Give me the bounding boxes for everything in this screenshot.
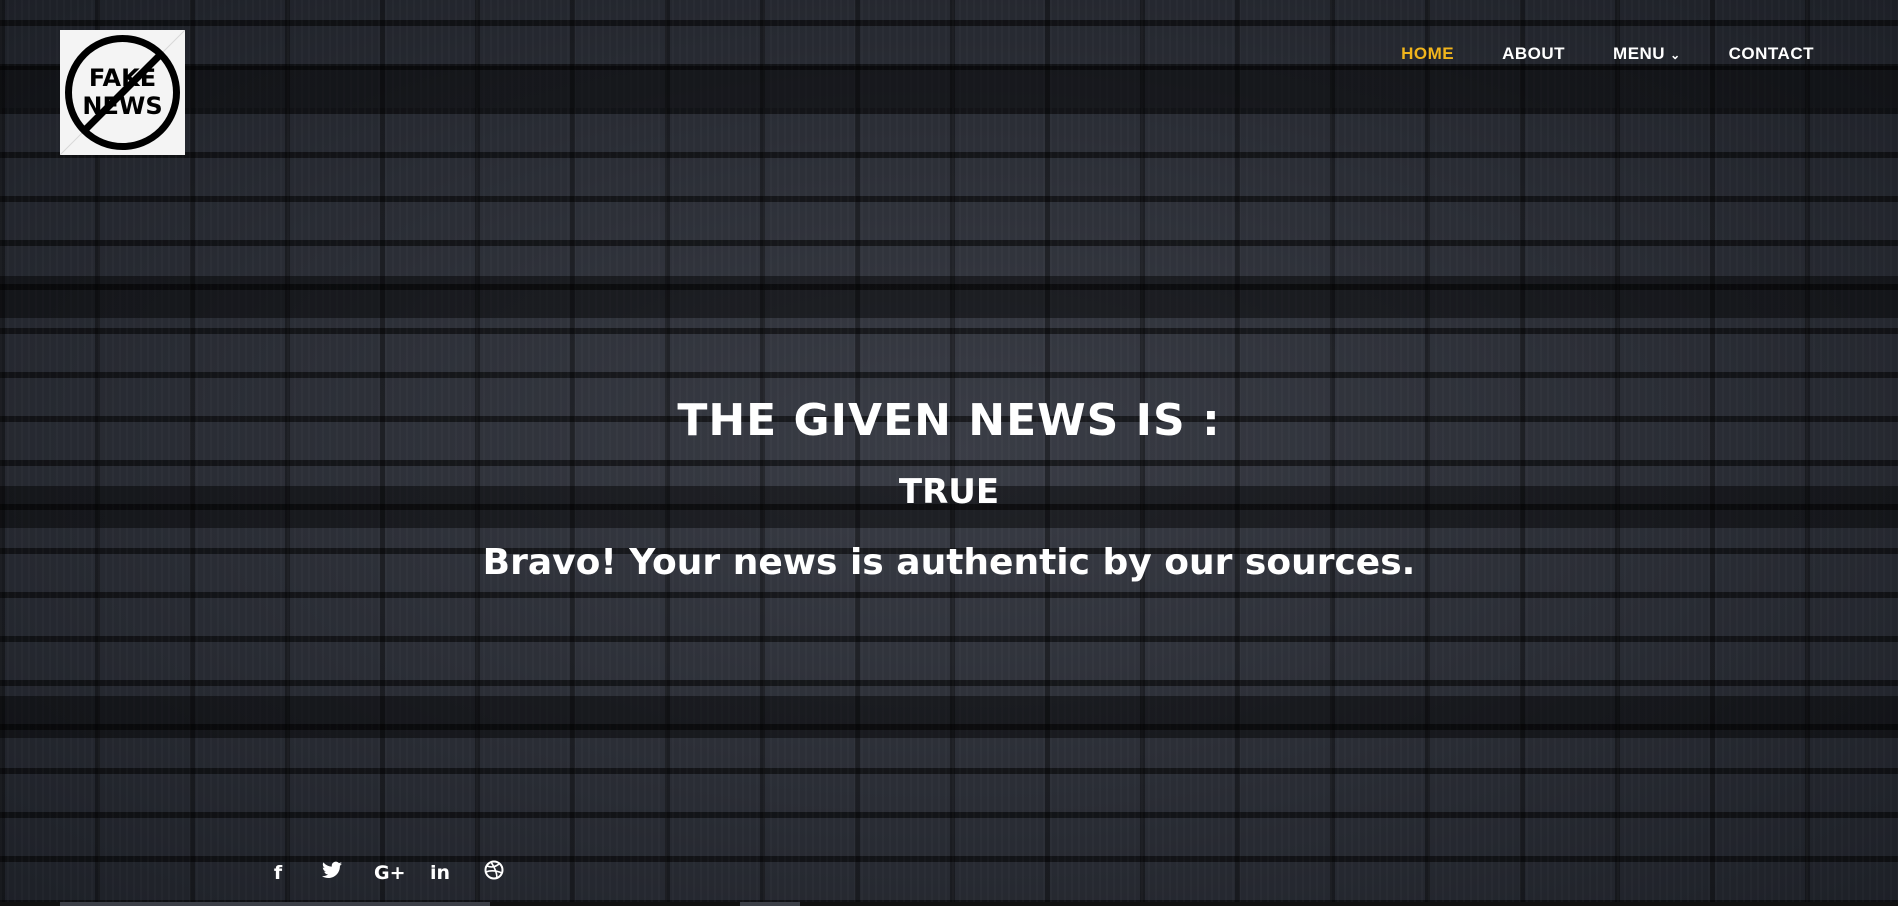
twitter-icon[interactable] bbox=[320, 861, 344, 885]
bottom-bar-segment bbox=[60, 902, 490, 906]
bottom-scroll-bar bbox=[0, 902, 1898, 906]
fake-news-logo-icon: FAKE NEWS bbox=[60, 30, 185, 155]
svg-text:FAKE: FAKE bbox=[89, 64, 156, 92]
main-nav: HOME ABOUT MENU ⌄ CONTACT bbox=[1401, 44, 1814, 64]
result-section: THE GIVEN NEWS IS : TRUE Bravo! Your new… bbox=[0, 395, 1898, 583]
twitter-bird-icon bbox=[322, 861, 342, 878]
nav-about-label: ABOUT bbox=[1502, 44, 1566, 63]
result-headline: THE GIVEN NEWS IS : bbox=[677, 395, 1221, 446]
page: FAKE NEWS HOME ABOUT MENU ⌄ CONTACT THE … bbox=[0, 0, 1898, 906]
nav-menu-label: MENU bbox=[1613, 44, 1666, 63]
google-plus-icon[interactable]: G+ bbox=[374, 861, 406, 885]
nav-contact-label: CONTACT bbox=[1728, 44, 1814, 63]
site-logo[interactable]: FAKE NEWS bbox=[60, 30, 185, 155]
social-links: f G+ in bbox=[266, 860, 506, 886]
result-message: Bravo! Your news is authentic by our sou… bbox=[482, 542, 1416, 583]
dribbble-icon[interactable] bbox=[482, 860, 506, 886]
nav-about[interactable]: ABOUT bbox=[1502, 44, 1565, 64]
result-verdict: TRUE bbox=[898, 472, 1000, 512]
nav-menu[interactable]: MENU ⌄ bbox=[1613, 44, 1681, 64]
nav-home[interactable]: HOME bbox=[1401, 44, 1454, 64]
nav-home-label: HOME bbox=[1401, 44, 1455, 63]
dribbble-ball-icon bbox=[484, 860, 504, 880]
bottom-bar-segment bbox=[740, 902, 800, 906]
linkedin-icon[interactable]: in bbox=[428, 861, 452, 885]
nav-contact[interactable]: CONTACT bbox=[1729, 44, 1814, 64]
svg-text:NEWS: NEWS bbox=[82, 92, 162, 120]
chevron-down-icon: ⌄ bbox=[1670, 48, 1681, 62]
facebook-icon[interactable]: f bbox=[266, 861, 290, 885]
